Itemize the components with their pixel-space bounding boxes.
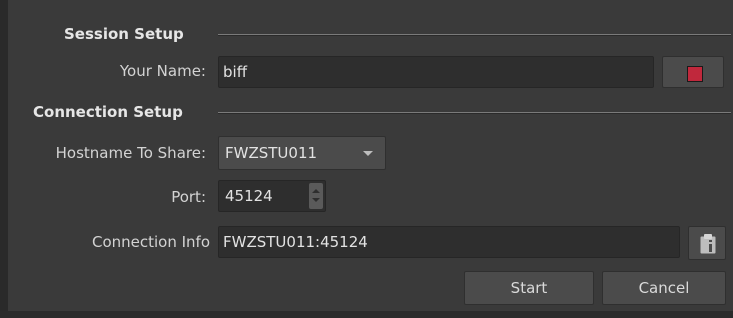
- hostname-value: FWZSTU011: [225, 144, 318, 162]
- session-dialog: Session Setup Your Name: Connection Setu…: [0, 0, 733, 318]
- spin-up-icon[interactable]: [312, 189, 320, 193]
- your-name-label: Your Name:: [119, 62, 206, 80]
- left-edge: [0, 0, 8, 318]
- port-spinbox[interactable]: 45124: [218, 180, 326, 212]
- clipboard-icon: [700, 234, 716, 254]
- spin-buttons[interactable]: [309, 183, 323, 209]
- session-setup-divider: [218, 34, 731, 36]
- port-value: 45124: [225, 187, 273, 205]
- bottom-edge: [0, 311, 733, 318]
- color-swatch-icon: [687, 66, 703, 82]
- cancel-button[interactable]: Cancel: [602, 271, 726, 305]
- port-label: Port:: [171, 188, 206, 206]
- hostname-label: Hostname To Share:: [55, 144, 206, 162]
- spin-down-icon[interactable]: [312, 198, 320, 202]
- connection-info-label: Connection Info: [91, 233, 210, 251]
- hostname-dropdown[interactable]: FWZSTU011: [218, 136, 386, 170]
- chevron-down-icon: [363, 151, 373, 156]
- connection-info-input[interactable]: [218, 226, 680, 258]
- your-name-input[interactable]: [218, 56, 654, 88]
- connection-setup-divider: [218, 112, 731, 114]
- session-setup-heading: Session Setup: [64, 25, 184, 43]
- copy-button[interactable]: [688, 226, 726, 260]
- color-button[interactable]: [662, 56, 724, 88]
- start-button[interactable]: Start: [464, 271, 594, 305]
- connection-setup-heading: Connection Setup: [33, 103, 183, 121]
